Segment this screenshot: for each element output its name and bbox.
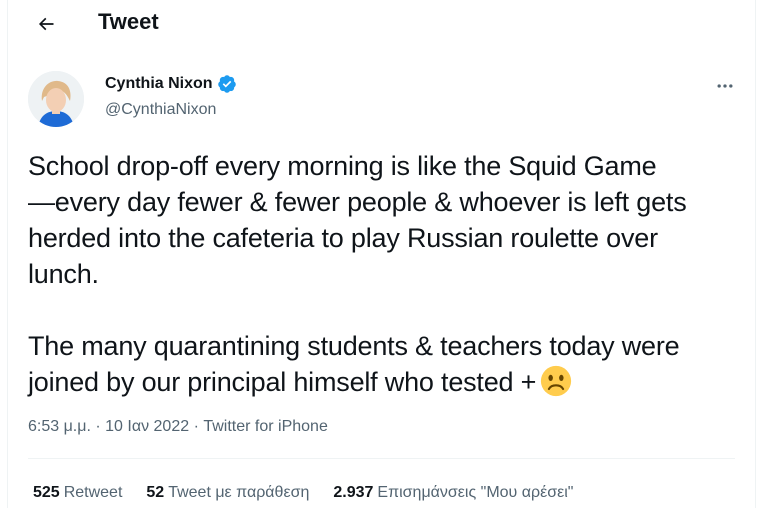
- likes-count: 2.937: [333, 484, 374, 501]
- tweet-line: lunch.: [28, 259, 99, 289]
- quote-tweets-stat[interactable]: 52 Tweet με παράθεση: [146, 483, 309, 503]
- tweet-date[interactable]: 10 Ιαν 2022: [105, 418, 189, 435]
- divider: [28, 458, 735, 459]
- back-button[interactable]: [28, 6, 64, 42]
- tweet-line: joined by our principal himself who test…: [28, 367, 537, 397]
- frowning-face-icon: [540, 365, 572, 397]
- tweet-text: School drop-off every morning is like th…: [28, 148, 748, 400]
- likes-stat[interactable]: 2.937 Επισημάνσεις "Μου αρέσει": [333, 483, 573, 503]
- tweet-line-with-emoji: joined by our principal himself who test…: [28, 364, 748, 400]
- quotes-count: 52: [146, 484, 165, 501]
- author-handle[interactable]: @CynthiaNixon: [105, 100, 216, 120]
- arrow-left-icon: [38, 17, 54, 31]
- meta-separator: ·: [90, 418, 106, 435]
- more-icon: [717, 84, 733, 88]
- tweet-line: The many quarantining students & teacher…: [28, 331, 680, 361]
- page-header: Tweet: [8, 0, 755, 44]
- tweet-meta: 6:53 μ.μ. · 10 Ιαν 2022 · Twitter for iP…: [28, 416, 328, 438]
- tweet-line: herded into the cafeteria to play Russia…: [28, 223, 658, 253]
- tweet-page: Tweet Cynthia Nixon @CynthiaNixon School…: [7, 0, 756, 508]
- tweet-line: School drop-off every morning is like th…: [28, 151, 657, 181]
- author-name-row: Cynthia Nixon: [105, 74, 237, 94]
- author-name[interactable]: Cynthia Nixon: [105, 74, 213, 94]
- meta-separator: ·: [189, 418, 204, 435]
- quotes-label: Tweet με παράθεση: [168, 484, 310, 501]
- tweet-source[interactable]: Twitter for iPhone: [203, 418, 328, 435]
- verified-badge-icon: [217, 74, 237, 94]
- retweets-label: Retweet: [63, 484, 123, 501]
- tweet-time[interactable]: 6:53 μ.μ.: [28, 418, 91, 435]
- page-title: Tweet: [98, 9, 159, 34]
- retweets-stat[interactable]: 525 Retweet: [33, 483, 122, 503]
- tweet-stats: 525 Retweet 52 Tweet με παράθεση 2.937 Επισ…: [33, 483, 573, 503]
- likes-label: Επισημάνσεις "Μου αρέσει": [377, 484, 574, 501]
- avatar-image: [28, 71, 84, 127]
- tweet-line: —every day fewer & fewer people & whoeve…: [28, 187, 687, 217]
- more-options-button[interactable]: [713, 74, 737, 98]
- avatar[interactable]: [28, 71, 84, 127]
- retweets-count: 525: [33, 484, 60, 501]
